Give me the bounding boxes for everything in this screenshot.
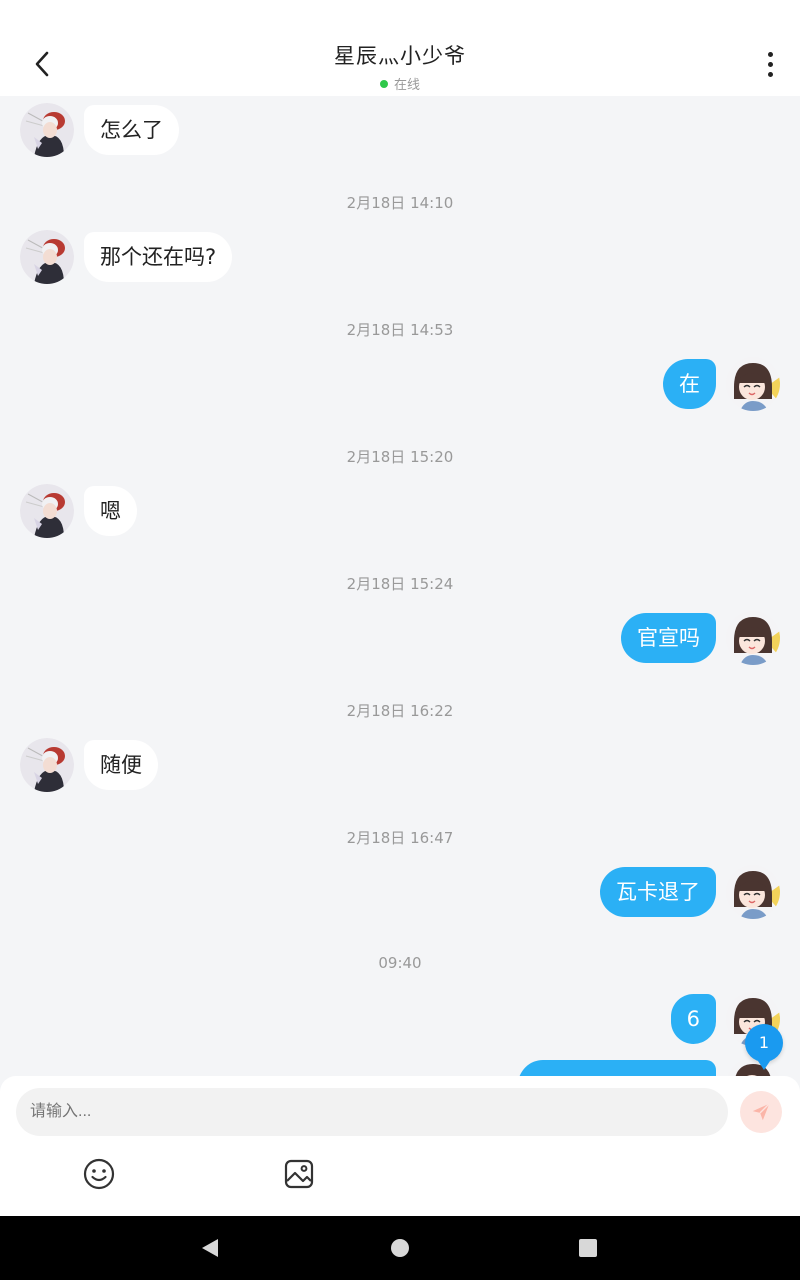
message-bubble-partial[interactable] <box>518 1060 716 1076</box>
timestamp: 09:40 <box>378 954 422 972</box>
timestamp: 2月18日 16:47 <box>346 829 454 847</box>
message-bubble[interactable]: 在 <box>663 359 716 409</box>
my-avatar[interactable] <box>726 1058 780 1076</box>
send-button[interactable] <box>740 1091 782 1133</box>
timestamp: 2月18日 14:53 <box>346 321 454 339</box>
timestamp: 2月18日 15:20 <box>346 448 454 466</box>
timestamp: 2月18日 16:22 <box>346 702 454 720</box>
system-navigation-bar <box>0 1216 800 1280</box>
message-outgoing: 在 <box>663 357 780 411</box>
message-incoming: 怎么了 <box>20 103 179 157</box>
message-bubble[interactable]: 嗯 <box>84 486 137 536</box>
contact-avatar[interactable] <box>20 103 74 157</box>
message-bubble[interactable]: 那个还在吗? <box>84 232 233 282</box>
nav-back-button[interactable] <box>198 1236 222 1260</box>
my-avatar[interactable] <box>726 611 780 665</box>
emoji-button[interactable] <box>81 1156 117 1192</box>
contact-avatar[interactable] <box>20 484 74 538</box>
message-incoming: 随便 <box>20 738 158 792</box>
message-input[interactable] <box>16 1088 728 1136</box>
my-avatar[interactable] <box>726 357 780 411</box>
triangle-back-icon <box>202 1239 218 1257</box>
timestamp: 2月18日 15:24 <box>346 575 454 593</box>
send-icon <box>752 1103 770 1121</box>
nav-recents-button[interactable] <box>576 1236 600 1260</box>
message-incoming: 那个还在吗? <box>20 230 233 284</box>
my-avatar[interactable] <box>726 865 780 919</box>
more-dot <box>767 71 773 77</box>
message-list[interactable]: 怎么了 2月18日 14:10 那个还在吗? 2月18日 14:53 在 2月1… <box>0 96 800 1076</box>
contact-avatar[interactable] <box>20 230 74 284</box>
online-dot-icon <box>379 79 388 88</box>
chat-header: 星辰灬小少爷 在线 <box>0 0 800 96</box>
more-dot <box>767 51 773 57</box>
circle-home-icon <box>391 1239 409 1257</box>
online-status-label: 在线 <box>393 78 420 93</box>
contact-avatar[interactable] <box>20 738 74 792</box>
square-recents-icon <box>579 1239 597 1257</box>
message-outgoing-partial <box>518 1058 780 1076</box>
emoji-icon <box>83 1158 115 1190</box>
image-icon <box>284 1159 314 1189</box>
input-panel <box>0 1076 800 1216</box>
message-bubble[interactable]: 怎么了 <box>84 105 179 155</box>
image-button[interactable] <box>281 1156 317 1192</box>
message-bubble[interactable]: 随便 <box>84 740 158 790</box>
contact-name: 星辰灬小少爷 <box>334 44 466 68</box>
timestamp: 2月18日 14:10 <box>346 194 454 212</box>
online-status: 在线 <box>0 74 800 93</box>
more-options-button[interactable] <box>758 46 782 82</box>
nav-home-button[interactable] <box>388 1236 412 1260</box>
message-outgoing: 瓦卡退了 <box>600 865 780 919</box>
message-bubble[interactable]: 6 <box>670 994 716 1044</box>
message-outgoing: 官宣吗 <box>621 611 780 665</box>
more-dot <box>767 61 773 67</box>
title-area: 星辰灬小少爷 在线 <box>0 40 800 93</box>
message-incoming: 嗯 <box>20 484 137 538</box>
message-bubble[interactable]: 瓦卡退了 <box>600 867 716 917</box>
unread-count-badge[interactable]: 1 <box>745 1024 783 1070</box>
message-bubble[interactable]: 官宣吗 <box>621 613 716 663</box>
